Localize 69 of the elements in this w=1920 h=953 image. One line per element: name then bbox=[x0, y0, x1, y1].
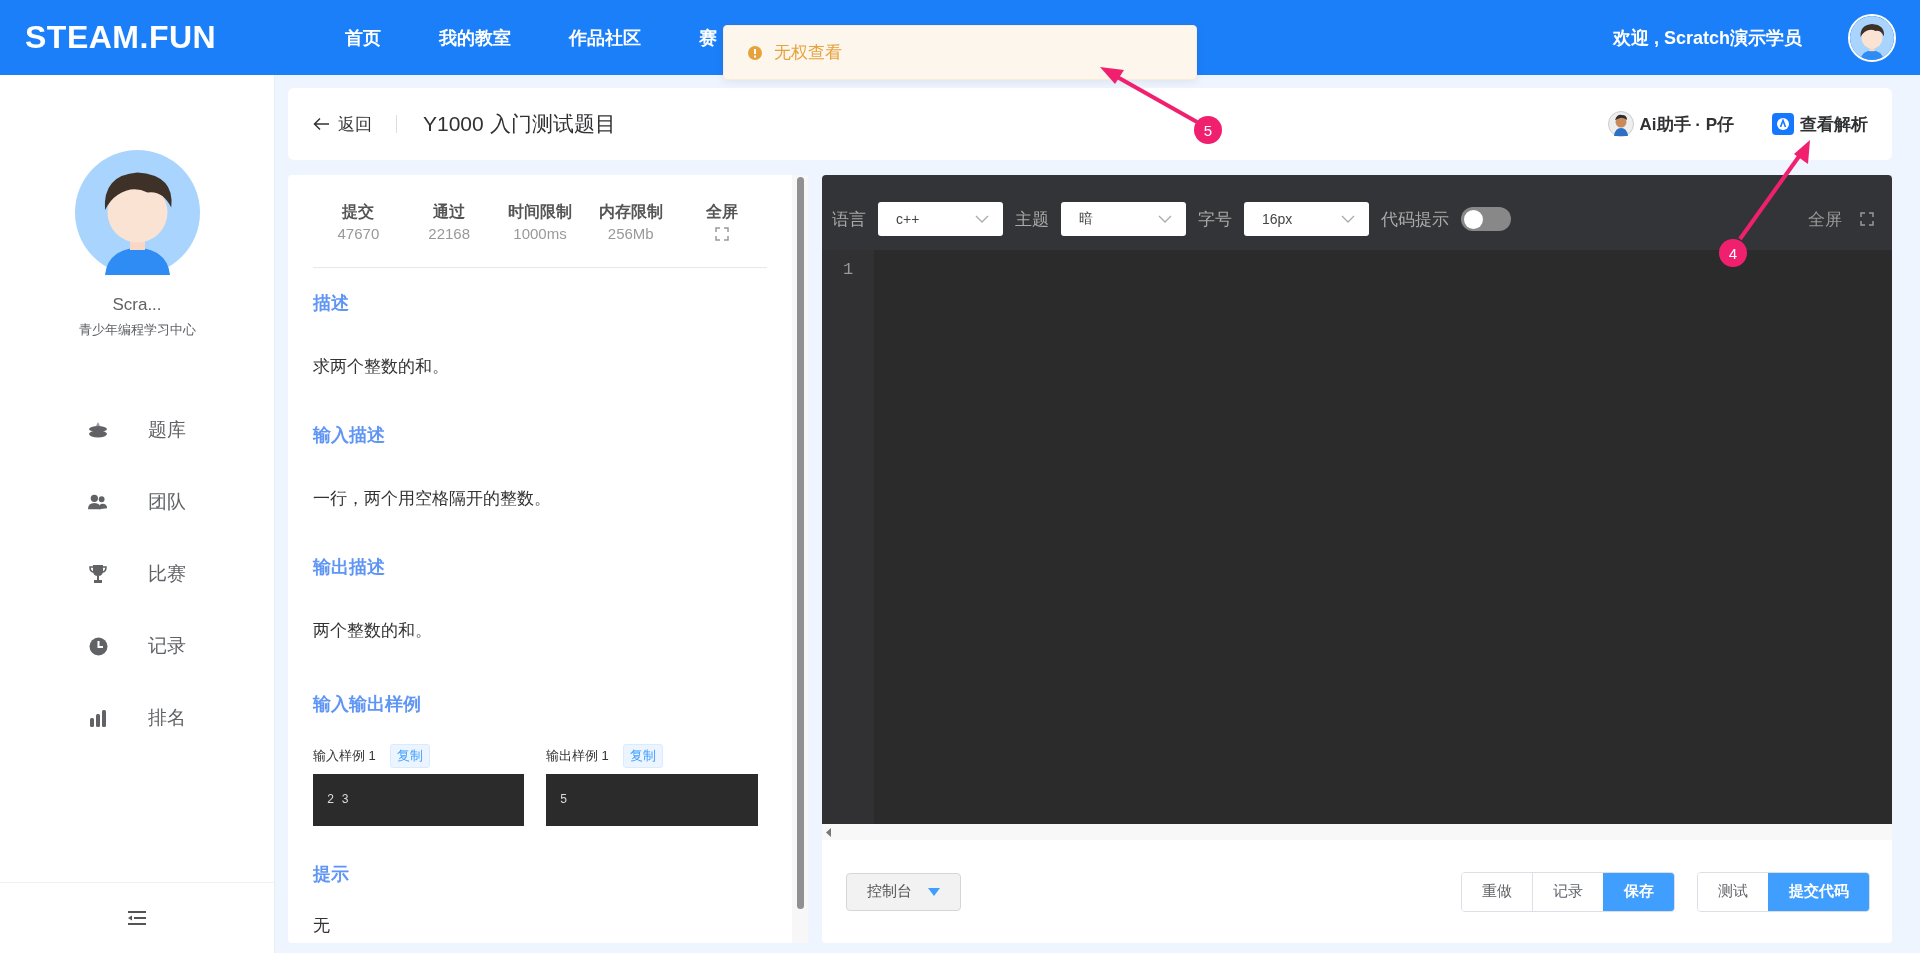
line-number: 1 bbox=[841, 260, 855, 279]
section-text: 求两个整数的和。 bbox=[313, 356, 450, 378]
user-name: Scra... bbox=[112, 295, 162, 315]
section-heading: 提示 bbox=[313, 863, 350, 887]
chevron-down-icon bbox=[1158, 215, 1172, 223]
stat-value: 47670 bbox=[337, 225, 380, 242]
section-text: 一行，两个用空格隔开的整数。 bbox=[313, 487, 552, 510]
font-size-select[interactable]: 16px bbox=[1244, 202, 1369, 236]
sidebar-item[interactable]: 排名 bbox=[88, 682, 186, 754]
field-label: 主题 bbox=[1015, 208, 1049, 231]
assistant-avatar-icon bbox=[1607, 111, 1634, 137]
bar-chart-icon bbox=[89, 709, 107, 727]
field-label: 代码提示 bbox=[1381, 208, 1449, 231]
stat-label: 内存限制 bbox=[598, 202, 663, 222]
section-heading: 输出描述 bbox=[313, 555, 386, 579]
user-avatar[interactable] bbox=[1848, 13, 1896, 62]
sidebar-item[interactable]: 团队 bbox=[88, 466, 186, 538]
fullscreen-link[interactable]: 全屏 bbox=[1808, 207, 1842, 231]
site-logo[interactable]: STEAM.FUN bbox=[25, 19, 345, 56]
stat-label: 时间限制 bbox=[508, 202, 572, 222]
solution-icon bbox=[1772, 113, 1794, 135]
sidebar-item[interactable]: 题库 bbox=[88, 394, 186, 466]
sample-code: 5 bbox=[546, 774, 758, 827]
toast-message: 无权查看 bbox=[774, 42, 842, 64]
sidebar-item[interactable]: 比赛 bbox=[88, 538, 186, 610]
scrollbar[interactable] bbox=[792, 175, 808, 943]
sample-label: 输入样例 1 bbox=[313, 747, 376, 766]
back-arrow-icon bbox=[313, 117, 330, 131]
section-heading: 输入输出样例 bbox=[313, 693, 422, 717]
back-link[interactable]: 返回 bbox=[313, 112, 372, 136]
chevron-down-icon bbox=[975, 215, 989, 223]
scroll-left-icon[interactable] bbox=[826, 827, 832, 837]
section-heading: 描述 bbox=[313, 292, 350, 315]
collapse-menu-icon[interactable] bbox=[128, 911, 146, 925]
stat-label: 提交 bbox=[342, 202, 375, 222]
fullscreen-icon[interactable] bbox=[1860, 212, 1874, 226]
chevron-down-icon bbox=[1341, 215, 1355, 223]
sample-code: 2 3 bbox=[313, 774, 524, 827]
team-icon bbox=[88, 493, 108, 511]
trophy-icon bbox=[89, 564, 107, 584]
caret-down-icon bbox=[928, 887, 940, 896]
nav-link[interactable]: 作品社区 bbox=[569, 25, 641, 50]
language-select[interactable]: c++ bbox=[878, 202, 1003, 236]
welcome-text: 欢迎 , Scratch演示学员 bbox=[1612, 26, 1802, 50]
section-text: 两个整数的和。 bbox=[313, 619, 433, 642]
field-label: 语言 bbox=[832, 208, 866, 231]
theme-select[interactable]: 暗 bbox=[1061, 202, 1186, 236]
stat-value: 256Mb bbox=[607, 225, 654, 242]
sidebar-item[interactable]: 记录 bbox=[88, 610, 186, 682]
section-text: 无 bbox=[313, 915, 331, 938]
ai-assistant-link[interactable]: Ai助手 · P仔 bbox=[1607, 111, 1734, 137]
field-label: 字号 bbox=[1198, 208, 1232, 231]
stat-value: 1000ms bbox=[513, 225, 567, 242]
nav-link[interactable]: 我的教室 bbox=[439, 25, 511, 50]
warning-icon bbox=[748, 45, 762, 60]
nav-link[interactable]: 首页 bbox=[345, 25, 381, 50]
stat-label: 通过 bbox=[433, 202, 466, 222]
toggle-switch[interactable] bbox=[1461, 207, 1511, 231]
clock-icon bbox=[88, 636, 108, 656]
fullscreen-link[interactable]: 全屏 bbox=[705, 201, 738, 223]
nav-link[interactable]: 赛 bbox=[699, 25, 717, 50]
stat-value: 22168 bbox=[428, 225, 471, 242]
problem-title: Y1000 入门测试题目 bbox=[423, 111, 616, 137]
sample-label: 输出样例 1 bbox=[546, 747, 609, 766]
organization-name: 青少年编程学习中心 bbox=[78, 321, 196, 339]
console-button[interactable]: 控制台 bbox=[846, 872, 961, 911]
stack-icon bbox=[88, 421, 108, 439]
section-heading: 输入描述 bbox=[313, 423, 386, 447]
view-solution-link[interactable]: 查看解析 bbox=[1772, 112, 1868, 136]
